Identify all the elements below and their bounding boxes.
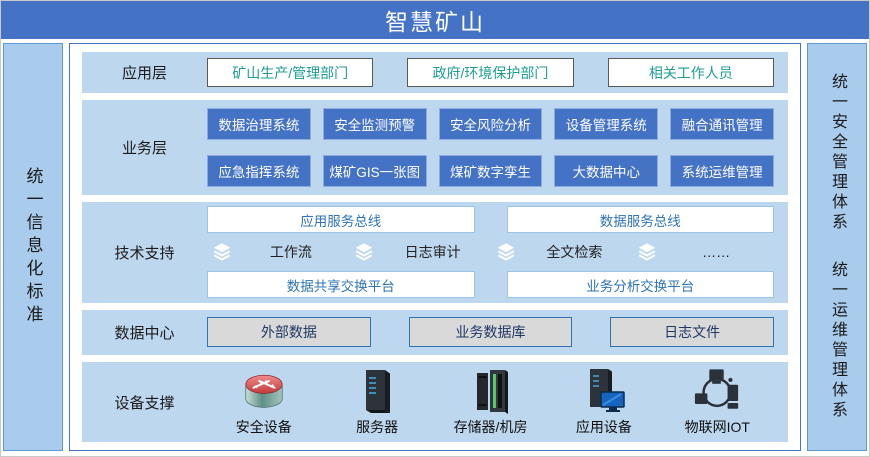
layer-tech-support: 技术支持 应用服务总线 数据服务总线 工作流: [82, 202, 788, 303]
data-center-items: 外部数据 业务数据库 日志文件: [207, 317, 774, 347]
left-sidebar: 统一信息化标准: [3, 43, 63, 451]
page-title-banner: 智慧矿山: [1, 1, 869, 39]
iot-network-icon: [693, 367, 741, 414]
middleware-label: 全文检索: [517, 242, 633, 262]
middleware-label: 工作流: [233, 242, 349, 262]
device-item: 服务器: [320, 367, 433, 437]
service-bus-row: 应用服务总线 数据服务总线: [207, 206, 774, 233]
page-title: 智慧矿山: [385, 3, 485, 37]
device-item: 物联网IOT: [661, 367, 774, 437]
layer-application: 应用层 矿山生产/管理部门 政府/环境保护部门 相关工作人员: [82, 52, 788, 93]
storage-rack-icon: [472, 367, 510, 414]
business-item: 安全风险分析: [439, 108, 543, 140]
middleware-item: 全文检索: [491, 241, 633, 263]
middleware-row: 工作流 日志审计 全文检索: [207, 241, 774, 263]
middleware-label: 日志审计: [375, 242, 491, 262]
layers-icon: [636, 241, 658, 263]
left-sidebar-label: 统一信息化标准: [21, 167, 46, 328]
data-source: 日志文件: [610, 317, 774, 347]
platform-row: 数据共享交换平台 业务分析交换平台: [207, 271, 774, 298]
device-items: 安全设备: [207, 367, 774, 437]
business-item: 数据治理系统: [207, 108, 311, 140]
right-sidebar-label-ops: 统一运维管理体系: [825, 261, 849, 421]
device-label: 应用设备: [576, 417, 632, 437]
business-item: 煤矿数字孪生: [439, 155, 543, 187]
device-item: 安全设备: [207, 367, 320, 437]
application-items: 矿山生产/管理部门 政府/环境保护部门 相关工作人员: [207, 58, 774, 87]
business-item: 大数据中心: [554, 155, 658, 187]
server-icon: [358, 367, 396, 414]
business-items: 数据治理系统 安全监测预警 安全风险分析 设备管理系统 融合通讯管理 应急指挥系…: [207, 108, 774, 187]
business-item: 应急指挥系统: [207, 155, 311, 187]
security-device-icon: [241, 367, 287, 414]
business-item: 安全监测预警: [323, 108, 427, 140]
device-label: 物联网IOT: [685, 417, 750, 437]
layer-label-device-support: 设备支撑: [82, 392, 207, 413]
layer-device-support: 设备支撑: [82, 362, 788, 442]
business-item: 设备管理系统: [554, 108, 658, 140]
business-item: 系统运维管理: [670, 155, 774, 187]
middleware-item: 日志审计: [349, 241, 491, 263]
device-item: 存储器/机房: [434, 367, 547, 437]
layer-business: 业务层 数据治理系统 安全监测预警 安全风险分析 设备管理系统 融合通讯管理 应…: [82, 100, 788, 195]
exchange-platform: 业务分析交换平台: [507, 271, 775, 298]
service-bus: 应用服务总线: [207, 206, 475, 233]
middleware-label: ……: [658, 244, 774, 260]
device-label: 安全设备: [236, 417, 292, 437]
middleware-item: 工作流: [207, 241, 349, 263]
diagram-content: 统一信息化标准 应用层 矿山生产/管理部门 政府/环境保护部门 相关工作人员 业…: [1, 39, 869, 456]
device-label: 存储器/机房: [454, 417, 528, 437]
tech-support-items: 应用服务总线 数据服务总线 工作流: [207, 206, 774, 298]
application-item: 矿山生产/管理部门: [207, 58, 373, 87]
business-item: 融合通讯管理: [670, 108, 774, 140]
layer-data-center: 数据中心 外部数据 业务数据库 日志文件: [82, 310, 788, 355]
business-item: 煤矿GIS一张图: [323, 155, 427, 187]
device-item: 应用设备: [547, 367, 660, 437]
service-bus: 数据服务总线: [507, 206, 775, 233]
layer-label-application: 应用层: [82, 62, 207, 83]
layer-label-tech-support: 技术支持: [82, 242, 207, 263]
layers-icon: [495, 241, 517, 263]
right-sidebar: 统一安全管理体系 统一运维管理体系: [807, 43, 867, 451]
middleware-item: ……: [632, 241, 774, 263]
data-source: 外部数据: [207, 317, 371, 347]
application-item: 相关工作人员: [608, 58, 774, 87]
device-label: 服务器: [356, 417, 398, 437]
right-sidebar-label-security: 统一安全管理体系: [825, 73, 849, 233]
application-item: 政府/环境保护部门: [407, 58, 573, 87]
layers-icon: [211, 241, 233, 263]
layer-label-data-center: 数据中心: [82, 322, 207, 343]
layer-label-business: 业务层: [82, 137, 207, 158]
smart-mine-architecture-diagram: 智慧矿山 统一信息化标准 应用层 矿山生产/管理部门 政府/环境保护部门 相关工…: [0, 0, 870, 457]
application-device-icon: [581, 367, 627, 414]
data-source: 业务数据库: [409, 317, 573, 347]
exchange-platform: 数据共享交换平台: [207, 271, 475, 298]
architecture-panel: 应用层 矿山生产/管理部门 政府/环境保护部门 相关工作人员 业务层 数据治理系…: [69, 43, 801, 451]
layers-icon: [353, 241, 375, 263]
